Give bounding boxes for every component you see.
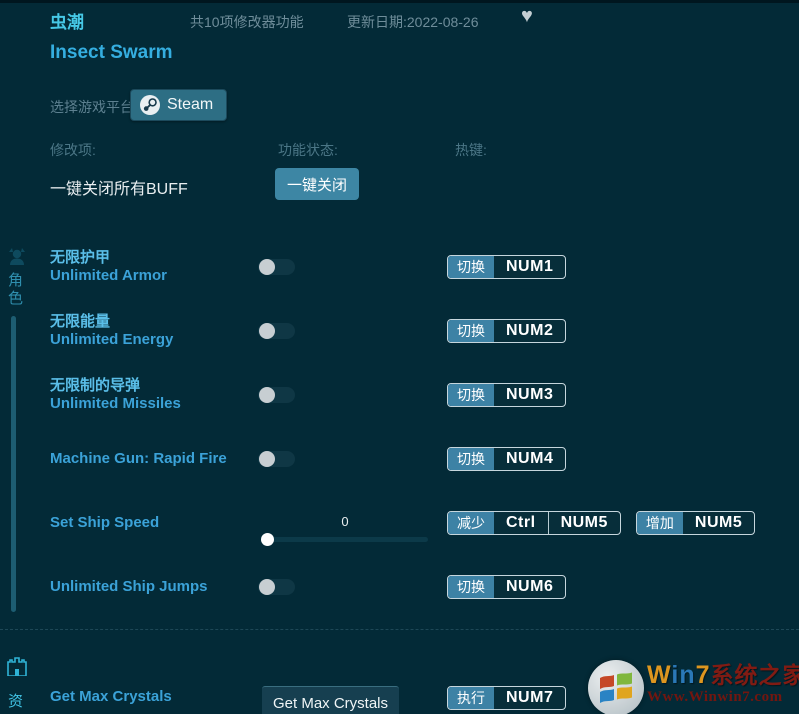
ship-speed-slider[interactable]: 0 bbox=[261, 513, 428, 546]
watermark-brand: Win7系统之家 bbox=[647, 662, 799, 688]
hotkey-num2[interactable]: 切换 NUM2 bbox=[447, 319, 567, 343]
feature-labels: Get Max Crystals bbox=[50, 677, 172, 714]
feature-labels: Unlimited Ship Jumps bbox=[50, 567, 208, 607]
steam-button-label: Steam bbox=[167, 96, 214, 113]
hotkey-num6[interactable]: 切换 NUM6 bbox=[447, 575, 567, 599]
hotkey-action: 切换 bbox=[448, 448, 494, 470]
section-divider bbox=[0, 629, 799, 630]
hotkey-key: NUM5 bbox=[694, 514, 743, 531]
toggle-knob bbox=[259, 579, 275, 595]
feature-row: 无限制的导弹 Unlimited Missiles 切换 NUM3 bbox=[0, 375, 799, 415]
hotkey-num3[interactable]: 切换 NUM3 bbox=[447, 383, 567, 407]
steam-icon bbox=[140, 95, 160, 115]
master-row-label: 一键关闭所有BUFF bbox=[50, 181, 188, 198]
hotkey-num7[interactable]: 执行 NUM7 bbox=[447, 686, 567, 710]
hotkey-key: NUM6 bbox=[506, 578, 554, 595]
machine-gun-rapid-fire-toggle[interactable] bbox=[258, 451, 295, 467]
sidebar-section-resources[interactable]: 资 bbox=[7, 693, 24, 711]
trainer-window: 虫潮 共10项修改器功能 更新日期:2022-08-26 ♥ Insect Sw… bbox=[0, 0, 799, 714]
platform-select-label: 选择游戏平台: bbox=[50, 99, 138, 115]
watermark-brand-in: in bbox=[671, 661, 696, 689]
hotkey-key: NUM2 bbox=[506, 322, 554, 339]
steam-platform-button[interactable]: Steam bbox=[130, 89, 228, 121]
window-top-edge bbox=[0, 0, 799, 3]
unlimited-ship-jumps-toggle[interactable] bbox=[258, 579, 295, 595]
hotkey-action: 切换 bbox=[448, 576, 494, 598]
resources-category-icon[interactable] bbox=[6, 656, 28, 681]
feature-name-cn: 无限制的导弹 bbox=[50, 377, 141, 394]
game-title-en: Insect Swarm bbox=[50, 42, 173, 63]
watermark-url: Www.Winwin7.com bbox=[647, 689, 783, 705]
sidebar-section-character[interactable]: 角色 bbox=[7, 272, 24, 308]
hotkey-action: 执行 bbox=[448, 687, 494, 709]
watermark-brand-suffix: 系统之家 bbox=[710, 662, 799, 688]
toggle-knob bbox=[259, 387, 275, 403]
column-header-hotkey: 热键: bbox=[455, 142, 487, 158]
hotkey-num4[interactable]: 切换 NUM4 bbox=[447, 447, 567, 471]
feature-labels: 无限能量 Unlimited Energy bbox=[50, 311, 173, 351]
watermark-brand-w: W bbox=[647, 661, 672, 689]
watermark-brand-7: 7 bbox=[695, 661, 711, 689]
toggle-knob bbox=[259, 323, 275, 339]
hotkey-key: NUM4 bbox=[506, 450, 554, 467]
feature-name-cn: 无限护甲 bbox=[50, 249, 111, 266]
feature-row: Unlimited Ship Jumps 切换 NUM6 bbox=[0, 567, 799, 607]
hotkey-key: Ctrl bbox=[506, 514, 536, 531]
column-header-state: 功能状态: bbox=[278, 142, 338, 158]
hotkey-action: 切换 bbox=[448, 384, 494, 406]
hotkey-key: NUM7 bbox=[506, 689, 554, 706]
winwin7-watermark: Win7系统之家 Www.Winwin7.com bbox=[585, 652, 799, 714]
column-header-item: 修改项: bbox=[50, 142, 96, 158]
hotkey-action: 减少 bbox=[448, 512, 494, 534]
watermark-text: Win7系统之家 Www.Winwin7.com bbox=[647, 662, 799, 706]
slider-track[interactable] bbox=[261, 532, 428, 546]
slider-thumb[interactable] bbox=[261, 532, 274, 546]
sidebar-scroll-indicator[interactable] bbox=[11, 316, 16, 612]
slider-value: 0 bbox=[341, 513, 349, 529]
unlimited-missiles-toggle[interactable] bbox=[258, 387, 295, 403]
update-date: 更新日期:2022-08-26 bbox=[347, 14, 479, 30]
hotkey-action: 切换 bbox=[448, 256, 494, 278]
get-max-crystals-button[interactable]: Get Max Crystals bbox=[262, 686, 399, 714]
hotkey-key: NUM3 bbox=[506, 386, 554, 403]
game-title-cn: 虫潮 bbox=[50, 13, 84, 32]
feature-name-en: Unlimited Armor bbox=[50, 267, 167, 284]
feature-labels: 无限护甲 Unlimited Armor bbox=[50, 247, 167, 287]
character-category-icon[interactable] bbox=[6, 246, 28, 273]
feature-count: 共10项修改器功能 bbox=[190, 14, 304, 30]
feature-row: Set Ship Speed 0 减少 Ctrl NUM5 增加 NUM5 bbox=[0, 503, 799, 546]
hotkey-key: NUM1 bbox=[506, 258, 554, 275]
feature-labels: 无限制的导弹 Unlimited Missiles bbox=[50, 375, 181, 415]
toggle-knob bbox=[259, 451, 275, 467]
close-all-buff-button[interactable]: 一键关闭 bbox=[275, 168, 359, 200]
unlimited-energy-toggle[interactable] bbox=[258, 323, 295, 339]
feature-labels: Set Ship Speed bbox=[50, 503, 159, 543]
hotkey-num1[interactable]: 切换 NUM1 bbox=[447, 255, 567, 279]
feature-name-en: Unlimited Ship Jumps bbox=[50, 578, 208, 595]
toggle-knob bbox=[259, 259, 275, 275]
feature-name-en: Unlimited Energy bbox=[50, 331, 174, 348]
feature-name-en: Unlimited Missiles bbox=[50, 395, 181, 412]
favorite-heart-icon[interactable]: ♥ bbox=[521, 6, 533, 26]
feature-row: 无限能量 Unlimited Energy 切换 NUM2 bbox=[0, 311, 799, 351]
hotkey-action: 增加 bbox=[636, 512, 683, 534]
windows-logo-icon bbox=[588, 660, 644, 714]
feature-row: Machine Gun: Rapid Fire 切换 NUM4 bbox=[0, 439, 799, 479]
feature-name-cn: 无限能量 bbox=[50, 313, 111, 330]
feature-name-en: Set Ship Speed bbox=[50, 514, 160, 531]
hotkey-action: 切换 bbox=[448, 320, 494, 342]
feature-row: 无限护甲 Unlimited Armor 切换 NUM1 bbox=[0, 247, 799, 287]
feature-labels: Machine Gun: Rapid Fire bbox=[50, 439, 227, 479]
hotkey-decrease[interactable]: 减少 Ctrl NUM5 bbox=[447, 511, 621, 535]
feature-name-en: Machine Gun: Rapid Fire bbox=[50, 450, 227, 467]
hotkey-key: NUM5 bbox=[547, 512, 620, 534]
unlimited-armor-toggle[interactable] bbox=[258, 259, 295, 275]
hotkey-increase[interactable]: 增加 NUM5 bbox=[635, 511, 756, 535]
feature-name-en: Get Max Crystals bbox=[50, 688, 172, 705]
